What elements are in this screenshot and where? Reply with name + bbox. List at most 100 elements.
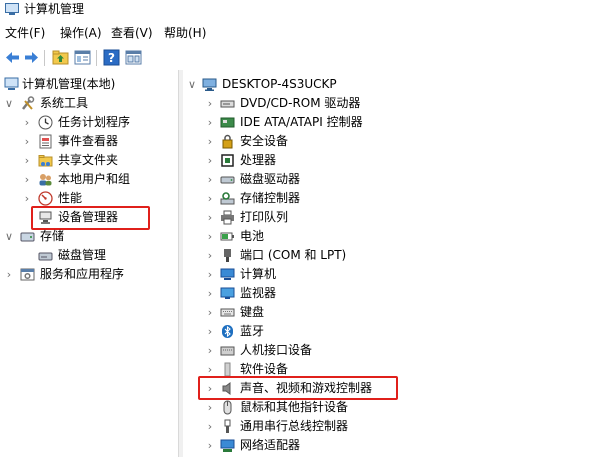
services-icon — [20, 268, 35, 281]
tree-item-task-scheduler[interactable]: › 任务计划程序 — [0, 113, 176, 132]
menu-file[interactable]: 文件(F) — [5, 25, 45, 41]
computer-management-icon — [5, 3, 19, 15]
device-category[interactable]: › IDE ATA/ATAPI 控制器 — [183, 113, 603, 132]
device-category[interactable]: › 键盘 — [183, 303, 603, 322]
device-category[interactable]: › 电池 — [183, 227, 603, 246]
device-category-label: 电池 — [240, 229, 265, 243]
chevron-right-icon[interactable]: › — [205, 132, 215, 151]
device-tree-root-label: DESKTOP-4S3UCKP — [222, 77, 337, 91]
chevron-right-icon[interactable]: › — [205, 341, 215, 360]
tree-item-system-tools[interactable]: ∨ 系统工具 — [0, 94, 176, 113]
chevron-right-icon[interactable]: › — [205, 303, 215, 322]
device-tree: ∨ DESKTOP-4S3UCKP › DVD/CD-ROM 驱动器 › IDE… — [183, 70, 611, 457]
computer-icon — [220, 268, 235, 280]
device-category-label: 计算机 — [240, 267, 277, 281]
chevron-down-icon[interactable]: ∨ — [4, 94, 14, 113]
chevron-right-icon[interactable]: › — [205, 284, 215, 303]
tree-item-label: 事件查看器 — [58, 134, 119, 148]
device-category[interactable]: › 蓝牙 — [183, 322, 603, 341]
device-category-label: DVD/CD-ROM 驱动器 — [240, 96, 361, 110]
device-category[interactable]: › 存储控制器 — [183, 189, 603, 208]
tree-item-label: 计算机管理(本地) — [22, 77, 116, 91]
mouse-icon — [223, 400, 232, 415]
device-category[interactable]: › 监视器 — [183, 284, 603, 303]
device-category[interactable]: › 处理器 — [183, 151, 603, 170]
device-category-label: 鼠标和其他指针设备 — [240, 400, 349, 414]
tree-item-local-users[interactable]: › 本地用户和组 — [0, 170, 176, 189]
device-category[interactable]: › 人机接口设备 — [183, 341, 603, 360]
chevron-right-icon[interactable]: › — [205, 227, 215, 246]
chevron-right-icon[interactable]: › — [205, 436, 215, 455]
performance-icon — [38, 191, 53, 206]
device-category-label: 蓝牙 — [240, 324, 265, 338]
show-hide-tree-icon[interactable] — [74, 49, 91, 66]
tree-item-computer-management[interactable]: 计算机管理(本地) — [0, 75, 176, 94]
chevron-right-icon[interactable]: › — [205, 265, 215, 284]
tree-item-label: 服务和应用程序 — [40, 267, 125, 281]
clock-icon — [38, 115, 53, 130]
tree-item-shared-folders[interactable]: › 共享文件夹 — [0, 151, 176, 170]
title-bar: 计算机管理 — [0, 0, 611, 22]
chevron-right-icon[interactable]: › — [205, 208, 215, 227]
chevron-down-icon[interactable]: ∨ — [4, 227, 14, 246]
menu-view[interactable]: 查看(V) — [111, 25, 153, 41]
device-category[interactable]: › 通用串行总线控制器 — [183, 417, 603, 436]
chevron-down-icon[interactable]: ∨ — [187, 75, 197, 94]
users-icon — [39, 174, 52, 186]
network-adapter-icon — [220, 439, 235, 452]
hid-icon — [220, 346, 235, 356]
tools-icon — [22, 96, 35, 110]
chevron-right-icon[interactable]: › — [205, 170, 215, 189]
monitor-icon — [220, 287, 235, 299]
chevron-right-icon[interactable]: › — [22, 113, 32, 132]
security-device-icon — [222, 134, 233, 149]
chevron-right-icon[interactable]: › — [205, 398, 215, 417]
properties-icon[interactable] — [125, 49, 142, 66]
device-category[interactable]: › 鼠标和其他指针设备 — [183, 398, 603, 417]
menu-help[interactable]: 帮助(H) — [164, 25, 206, 41]
chevron-right-icon[interactable]: › — [22, 132, 32, 151]
back-icon[interactable] — [4, 49, 21, 66]
chevron-right-icon[interactable]: › — [22, 170, 32, 189]
dvd-drive-icon — [220, 100, 235, 108]
device-tree-root[interactable]: ∨ DESKTOP-4S3UCKP — [183, 75, 603, 94]
device-category[interactable]: › 计算机 — [183, 265, 603, 284]
chevron-right-icon[interactable]: › — [205, 189, 215, 208]
tree-item-label: 磁盘管理 — [58, 248, 107, 262]
chevron-right-icon[interactable]: › — [205, 151, 215, 170]
forward-icon[interactable] — [23, 49, 40, 66]
chevron-right-icon[interactable]: › — [205, 94, 215, 113]
computer-icon — [202, 78, 217, 91]
chevron-right-icon[interactable]: › — [22, 151, 32, 170]
tree-item-disk-management[interactable]: 磁盘管理 — [0, 246, 176, 265]
chevron-right-icon[interactable]: › — [22, 189, 32, 208]
tree-item-services-applications[interactable]: › 服务和应用程序 — [0, 265, 176, 284]
svg-text:?: ? — [108, 51, 115, 65]
device-category-label: 打印队列 — [240, 210, 289, 224]
device-category[interactable]: › 端口 (COM 和 LPT) — [183, 246, 603, 265]
chevron-right-icon[interactable]: › — [205, 113, 215, 132]
chevron-right-icon[interactable]: › — [4, 265, 14, 284]
chevron-right-icon[interactable]: › — [205, 417, 215, 436]
software-device-icon — [224, 362, 231, 377]
tree-item-event-viewer[interactable]: › 事件查看器 — [0, 132, 176, 151]
console-tree: 计算机管理(本地) ∨ 系统工具 › 任务计划程序 › 事件查看器 › 共享文件… — [0, 70, 178, 457]
device-category[interactable]: › 网络适配器 — [183, 436, 603, 455]
printer-icon — [221, 210, 234, 225]
device-category[interactable]: › 磁盘驱动器 — [183, 170, 603, 189]
help-icon[interactable]: ? — [103, 49, 120, 66]
device-category[interactable]: › 安全设备 — [183, 132, 603, 151]
device-category[interactable]: › 打印队列 — [183, 208, 603, 227]
chevron-right-icon[interactable]: › — [205, 322, 215, 341]
device-category-label: 处理器 — [240, 153, 277, 167]
device-category-label: 存储控制器 — [240, 191, 301, 205]
chevron-right-icon[interactable]: › — [205, 246, 215, 265]
processor-icon — [221, 154, 234, 167]
up-folder-icon[interactable] — [52, 49, 69, 66]
tree-item-storage[interactable]: ∨ 存储 — [0, 227, 176, 246]
event-viewer-icon — [39, 134, 52, 149]
device-category-label: 网络适配器 — [240, 438, 301, 452]
tree-item-label: 共享文件夹 — [58, 153, 119, 167]
menu-action[interactable]: 操作(A) — [60, 25, 102, 41]
device-category[interactable]: › DVD/CD-ROM 驱动器 — [183, 94, 603, 113]
